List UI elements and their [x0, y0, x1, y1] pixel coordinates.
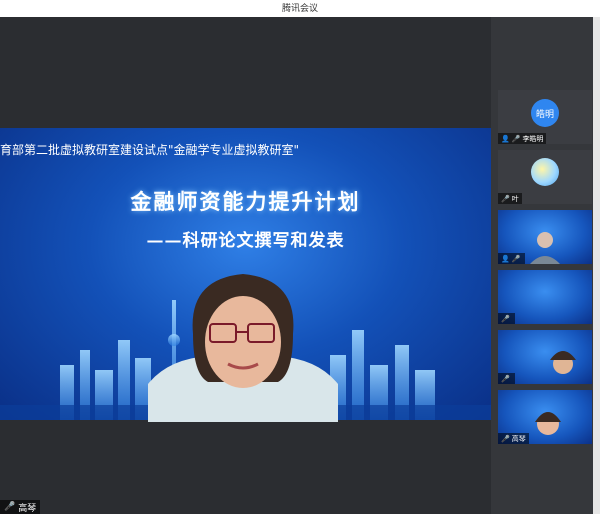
participant-tile[interactable]: 🎤 高琴	[498, 390, 592, 444]
participant-tile[interactable]: 🎤 叶	[498, 150, 592, 204]
mic-icon: 🎤	[501, 314, 510, 323]
slide-title: 金融师资能力提升计划	[130, 189, 361, 214]
participant-sidebar: 皓明 👤 🎤 李皓明 🎤 叶 👤 🎤 🎤 🎤 🎤 高琴	[491, 17, 600, 514]
mic-icon: 🎤	[511, 134, 521, 143]
participant-nameplate: 🎤	[498, 373, 515, 384]
window-titlebar: 腾讯会议	[0, 0, 600, 17]
mic-icon: 🎤	[501, 194, 510, 203]
participant-nameplate: 🎤 叶	[498, 193, 522, 204]
slide-header: 育部第二批虚拟教研室建设试点"金融学专业虚拟教研室"	[0, 143, 300, 157]
main-video-area[interactable]: 育部第二批虚拟教研室建设试点"金融学专业虚拟教研室" 金融师资能力提升计划 ——…	[0, 17, 491, 514]
slide-subtitle: ——科研论文撰写和发表	[146, 231, 345, 251]
main-speaker-nameplate: 🎤 高琴	[0, 500, 41, 514]
participant-nameplate: 🎤 高琴	[498, 433, 529, 444]
participant-tile[interactable]: 皓明 👤 🎤 李皓明	[498, 90, 592, 144]
participant-nameplate: 👤 🎤 李皓明	[498, 133, 547, 144]
participant-nameplate: 👤 🎤	[498, 253, 526, 264]
mic-icon: 🎤	[501, 434, 510, 443]
participant-avatar: 皓明	[531, 99, 559, 127]
participant-name: 叶	[511, 194, 519, 203]
participant-avatar	[531, 158, 559, 186]
mic-icon: 🎤	[501, 374, 510, 383]
participant-nameplate: 🎤	[498, 313, 515, 324]
mic-icon: 🎤	[511, 254, 521, 263]
user-icon: 👤	[501, 134, 510, 143]
participant-name: 高琴	[511, 434, 526, 443]
user-icon: 👤	[501, 254, 510, 263]
main-speaker-name: 高琴	[18, 503, 37, 514]
participant-name: 李皓明	[522, 134, 544, 143]
participant-tile[interactable]: 🎤	[498, 330, 592, 384]
participant-tile[interactable]: 🎤	[498, 270, 592, 324]
participant-tile[interactable]: 👤 🎤	[498, 210, 592, 264]
mic-icon: 🎤	[4, 502, 16, 512]
window-title: 腾讯会议	[281, 4, 318, 14]
sidebar-scrollbar[interactable]	[593, 17, 600, 514]
speaker-video	[148, 274, 338, 422]
